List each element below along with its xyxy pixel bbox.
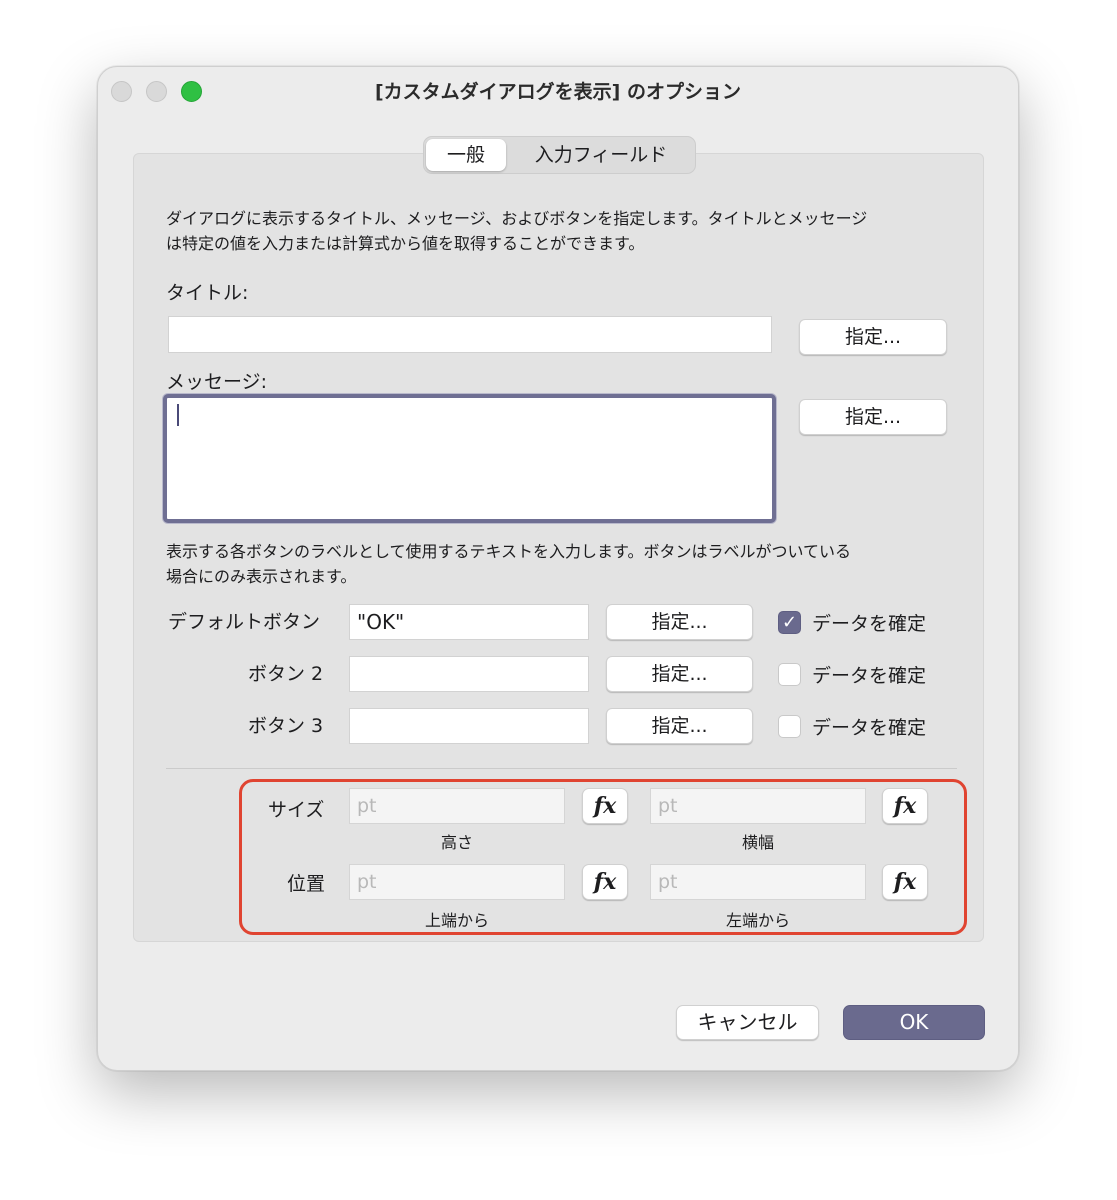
cancel-button[interactable]: キャンセル [676,1005,819,1040]
general-description: ダイアログに表示するタイトル、メッセージ、およびボタンを指定します。タイトルとメ… [166,206,966,256]
left-offset-field[interactable]: pt [650,864,866,900]
default-button-specify-button[interactable]: 指定... [606,604,753,640]
height-caption: 高さ [440,833,473,852]
message-specify-button[interactable]: 指定... [799,399,947,435]
top-offset-caption: 上端から [424,911,489,930]
general-description-line-1: ダイアログに表示するタイトル、メッセージ、およびボタンを指定します。タイトルとメ… [166,209,868,228]
default-button-field[interactable]: "OK" [349,604,589,640]
fx-icon: fx [893,793,917,819]
buttons-description: 表示する各ボタンのラベルとして使用するテキストを入力します。ボタンはラベルがつい… [166,539,966,589]
title-label: タイトル: [166,282,249,304]
window-title: [カスタムダイアログを表示] のオプション [375,81,741,103]
button-3-commit-checkbox[interactable] [778,715,801,738]
top-offset-field[interactable]: pt [349,864,565,900]
position-label: 位置 [287,873,326,895]
general-description-line-2: は特定の値を入力または計算式から値を取得することができます。 [166,234,645,253]
tab-input-fields[interactable]: 入力フィールド [508,139,694,171]
message-label: メッセージ: [166,371,268,393]
fx-icon: fx [893,869,917,895]
checkmark-icon: ✓ [781,612,798,633]
height-field[interactable]: pt [349,788,565,824]
buttons-description-line-2: 場合にのみ表示されます。 [166,567,357,586]
default-button-commit-checkbox[interactable]: ✓ [778,611,801,634]
height-formula-button[interactable]: fx [582,788,628,824]
fx-icon: fx [593,793,617,819]
ok-button[interactable]: OK [843,1005,985,1040]
button-3-label: ボタン 3 [248,715,324,737]
button-3-commit-label: データを確定 [812,717,927,739]
default-button-commit-label: データを確定 [812,613,927,635]
width-field[interactable]: pt [650,788,866,824]
top-offset-formula-button[interactable]: fx [582,864,628,900]
left-offset-caption: 左端から [725,911,790,930]
button-2-specify-button[interactable]: 指定... [606,656,753,692]
message-field[interactable] [163,394,776,523]
default-button-label: デフォルトボタン [168,611,321,633]
button-2-label: ボタン 2 [248,663,324,685]
width-caption: 横幅 [741,833,774,852]
width-formula-button[interactable]: fx [882,788,928,824]
button-3-specify-button[interactable]: 指定... [606,708,753,744]
size-label: サイズ [268,799,325,821]
button-3-field[interactable] [349,708,589,744]
options-dialog: [カスタムダイアログを表示] のオプション 一般 入力フィールド ダイアログに表… [97,66,1019,1071]
button-2-field[interactable] [349,656,589,692]
button-2-commit-label: データを確定 [812,665,927,687]
title-field[interactable] [168,316,772,353]
fx-icon: fx [593,869,617,895]
section-divider [166,768,957,769]
tab-general[interactable]: 一般 [426,139,506,171]
button-2-commit-checkbox[interactable] [778,663,801,686]
title-specify-button[interactable]: 指定... [799,319,947,355]
tab-bar: 一般 入力フィールド [423,136,696,174]
buttons-description-line-1: 表示する各ボタンのラベルとして使用するテキストを入力します。ボタンはラベルがつい… [166,542,851,561]
text-caret [177,404,179,426]
left-offset-formula-button[interactable]: fx [882,864,928,900]
